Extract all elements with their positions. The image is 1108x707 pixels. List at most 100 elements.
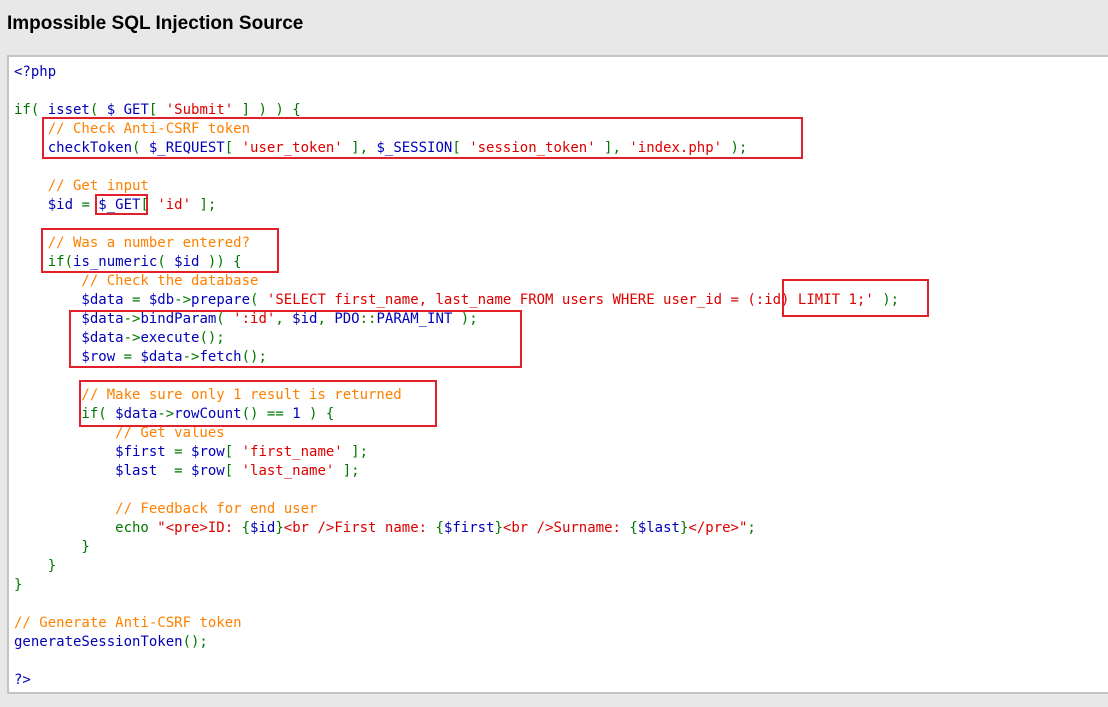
- code-token: ],: [342, 140, 377, 156]
- code-token: ,: [275, 311, 293, 327]
- code-line: $data->execute();: [14, 329, 899, 348]
- code-token: // Was a number entered?: [14, 235, 251, 251]
- code-token: [: [140, 197, 158, 213]
- code-token: }: [14, 577, 23, 593]
- code-token: }: [494, 520, 503, 536]
- code-token: 'session_token': [469, 140, 596, 156]
- code-token: ,: [317, 311, 335, 327]
- code-line: ?>: [14, 671, 899, 690]
- code-line: $data = $db->prepare( 'SELECT first_name…: [14, 291, 899, 310]
- code-token: $db: [148, 292, 175, 308]
- code-token: 'user_token': [241, 140, 343, 156]
- code-token: fetch: [199, 349, 242, 365]
- code-token: ();: [241, 349, 267, 365]
- code-line: echo "<pre>ID: {$id}<br />First name: {$…: [14, 519, 899, 538]
- code-token: $row: [191, 463, 225, 479]
- code-line: }: [14, 557, 899, 576]
- code-token: if(: [14, 102, 48, 118]
- code-token: // Check the database: [14, 273, 259, 289]
- code-token: $row: [191, 444, 225, 460]
- code-token: $data: [140, 349, 183, 365]
- code-token: ?>: [14, 672, 31, 688]
- code-token: $data: [14, 311, 124, 327]
- code-token: $_GET: [98, 197, 141, 213]
- code-token: (: [157, 254, 175, 270]
- code-token: ->: [182, 349, 200, 365]
- code-line: <?php: [14, 63, 899, 82]
- code-line: if(is_numeric( $id )) {: [14, 253, 899, 272]
- code-token: 'Submit': [165, 102, 234, 118]
- code-token: }: [275, 520, 284, 536]
- code-token: ();: [182, 634, 208, 650]
- code-token: {: [435, 520, 444, 536]
- code-line: }: [14, 538, 899, 557]
- code-token: (: [132, 140, 149, 156]
- code-token: $_REQUEST: [148, 140, 225, 156]
- code-token: 'last_name': [241, 463, 335, 479]
- code-token: {: [629, 520, 638, 536]
- code-token: [: [224, 444, 242, 460]
- code-token: {: [241, 520, 251, 536]
- code-token: }: [14, 558, 57, 574]
- code-token: [: [224, 463, 242, 479]
- code-token: bindParam: [140, 311, 217, 327]
- code-token: [: [224, 140, 242, 156]
- source-code-panel: <?php if( isset( $_GET[ 'Submit' ] ) ) {…: [7, 55, 1108, 694]
- code-token: ];: [191, 197, 217, 213]
- code-token: ':id': [233, 311, 276, 327]
- code-line: $id = $_GET[ 'id' ];: [14, 196, 899, 215]
- code-line: $row = $data->fetch();: [14, 348, 899, 367]
- code-token: 'id': [157, 197, 192, 213]
- code-line: // Check Anti-CSRF token: [14, 120, 899, 139]
- code-token: $data: [115, 406, 158, 422]
- code-token: 'index.php': [629, 140, 723, 156]
- code-token: $first: [443, 520, 495, 536]
- code-token: $row: [14, 349, 124, 365]
- code-token: 'SELECT first_name, last_name FROM users…: [266, 292, 874, 308]
- code-token: =: [81, 197, 99, 213]
- code-line: $first = $row[ 'first_name' ];: [14, 443, 899, 462]
- page-title: Impossible SQL Injection Source: [7, 13, 304, 34]
- code-token: )) {: [207, 254, 242, 270]
- code-token: 'first_name': [241, 444, 343, 460]
- code-token: // Get input: [14, 178, 149, 194]
- code-token: [: [148, 102, 166, 118]
- code-token: =: [174, 444, 192, 460]
- code-token: () ==: [241, 406, 293, 422]
- code-token: ();: [199, 330, 225, 346]
- php-source-code: <?php if( isset( $_GET[ 'Submit' ] ) ) {…: [14, 63, 899, 690]
- code-token: checkToken: [14, 140, 133, 156]
- code-token: 1: [292, 406, 310, 422]
- code-token: isset: [47, 102, 90, 118]
- code-line: // Get input: [14, 177, 899, 196]
- code-token: $last: [637, 520, 680, 536]
- code-token: );: [873, 292, 900, 308]
- code-token: if(: [14, 406, 116, 422]
- code-token: ];: [342, 444, 369, 460]
- code-token: <br />Surname:: [502, 520, 630, 536]
- code-token: </pre>": [688, 520, 748, 536]
- code-token: ],: [595, 140, 630, 156]
- code-token: $_GET: [106, 102, 149, 118]
- code-line: if( $data->rowCount() == 1 ) {: [14, 405, 899, 424]
- code-token: PARAM_INT: [376, 311, 461, 327]
- code-token: }: [14, 539, 90, 555]
- code-token: execute: [140, 330, 200, 346]
- code-line: if( isset( $_GET[ 'Submit' ] ) ) {: [14, 101, 899, 120]
- code-token: generateSessionToken: [14, 634, 183, 650]
- code-token: $data: [14, 292, 133, 308]
- code-token: "<pre>ID:: [157, 520, 242, 536]
- code-token: $last: [14, 463, 175, 479]
- code-token: is_numeric: [73, 254, 158, 270]
- code-token: (: [250, 292, 267, 308]
- code-line: // Generate Anti-CSRF token: [14, 614, 899, 633]
- code-token: prepare: [191, 292, 251, 308]
- code-token: ) {: [309, 406, 335, 422]
- code-token: // Generate Anti-CSRF token: [14, 615, 242, 631]
- code-token: =: [123, 349, 141, 365]
- code-token: ;: [747, 520, 756, 536]
- code-token: $data: [14, 330, 124, 346]
